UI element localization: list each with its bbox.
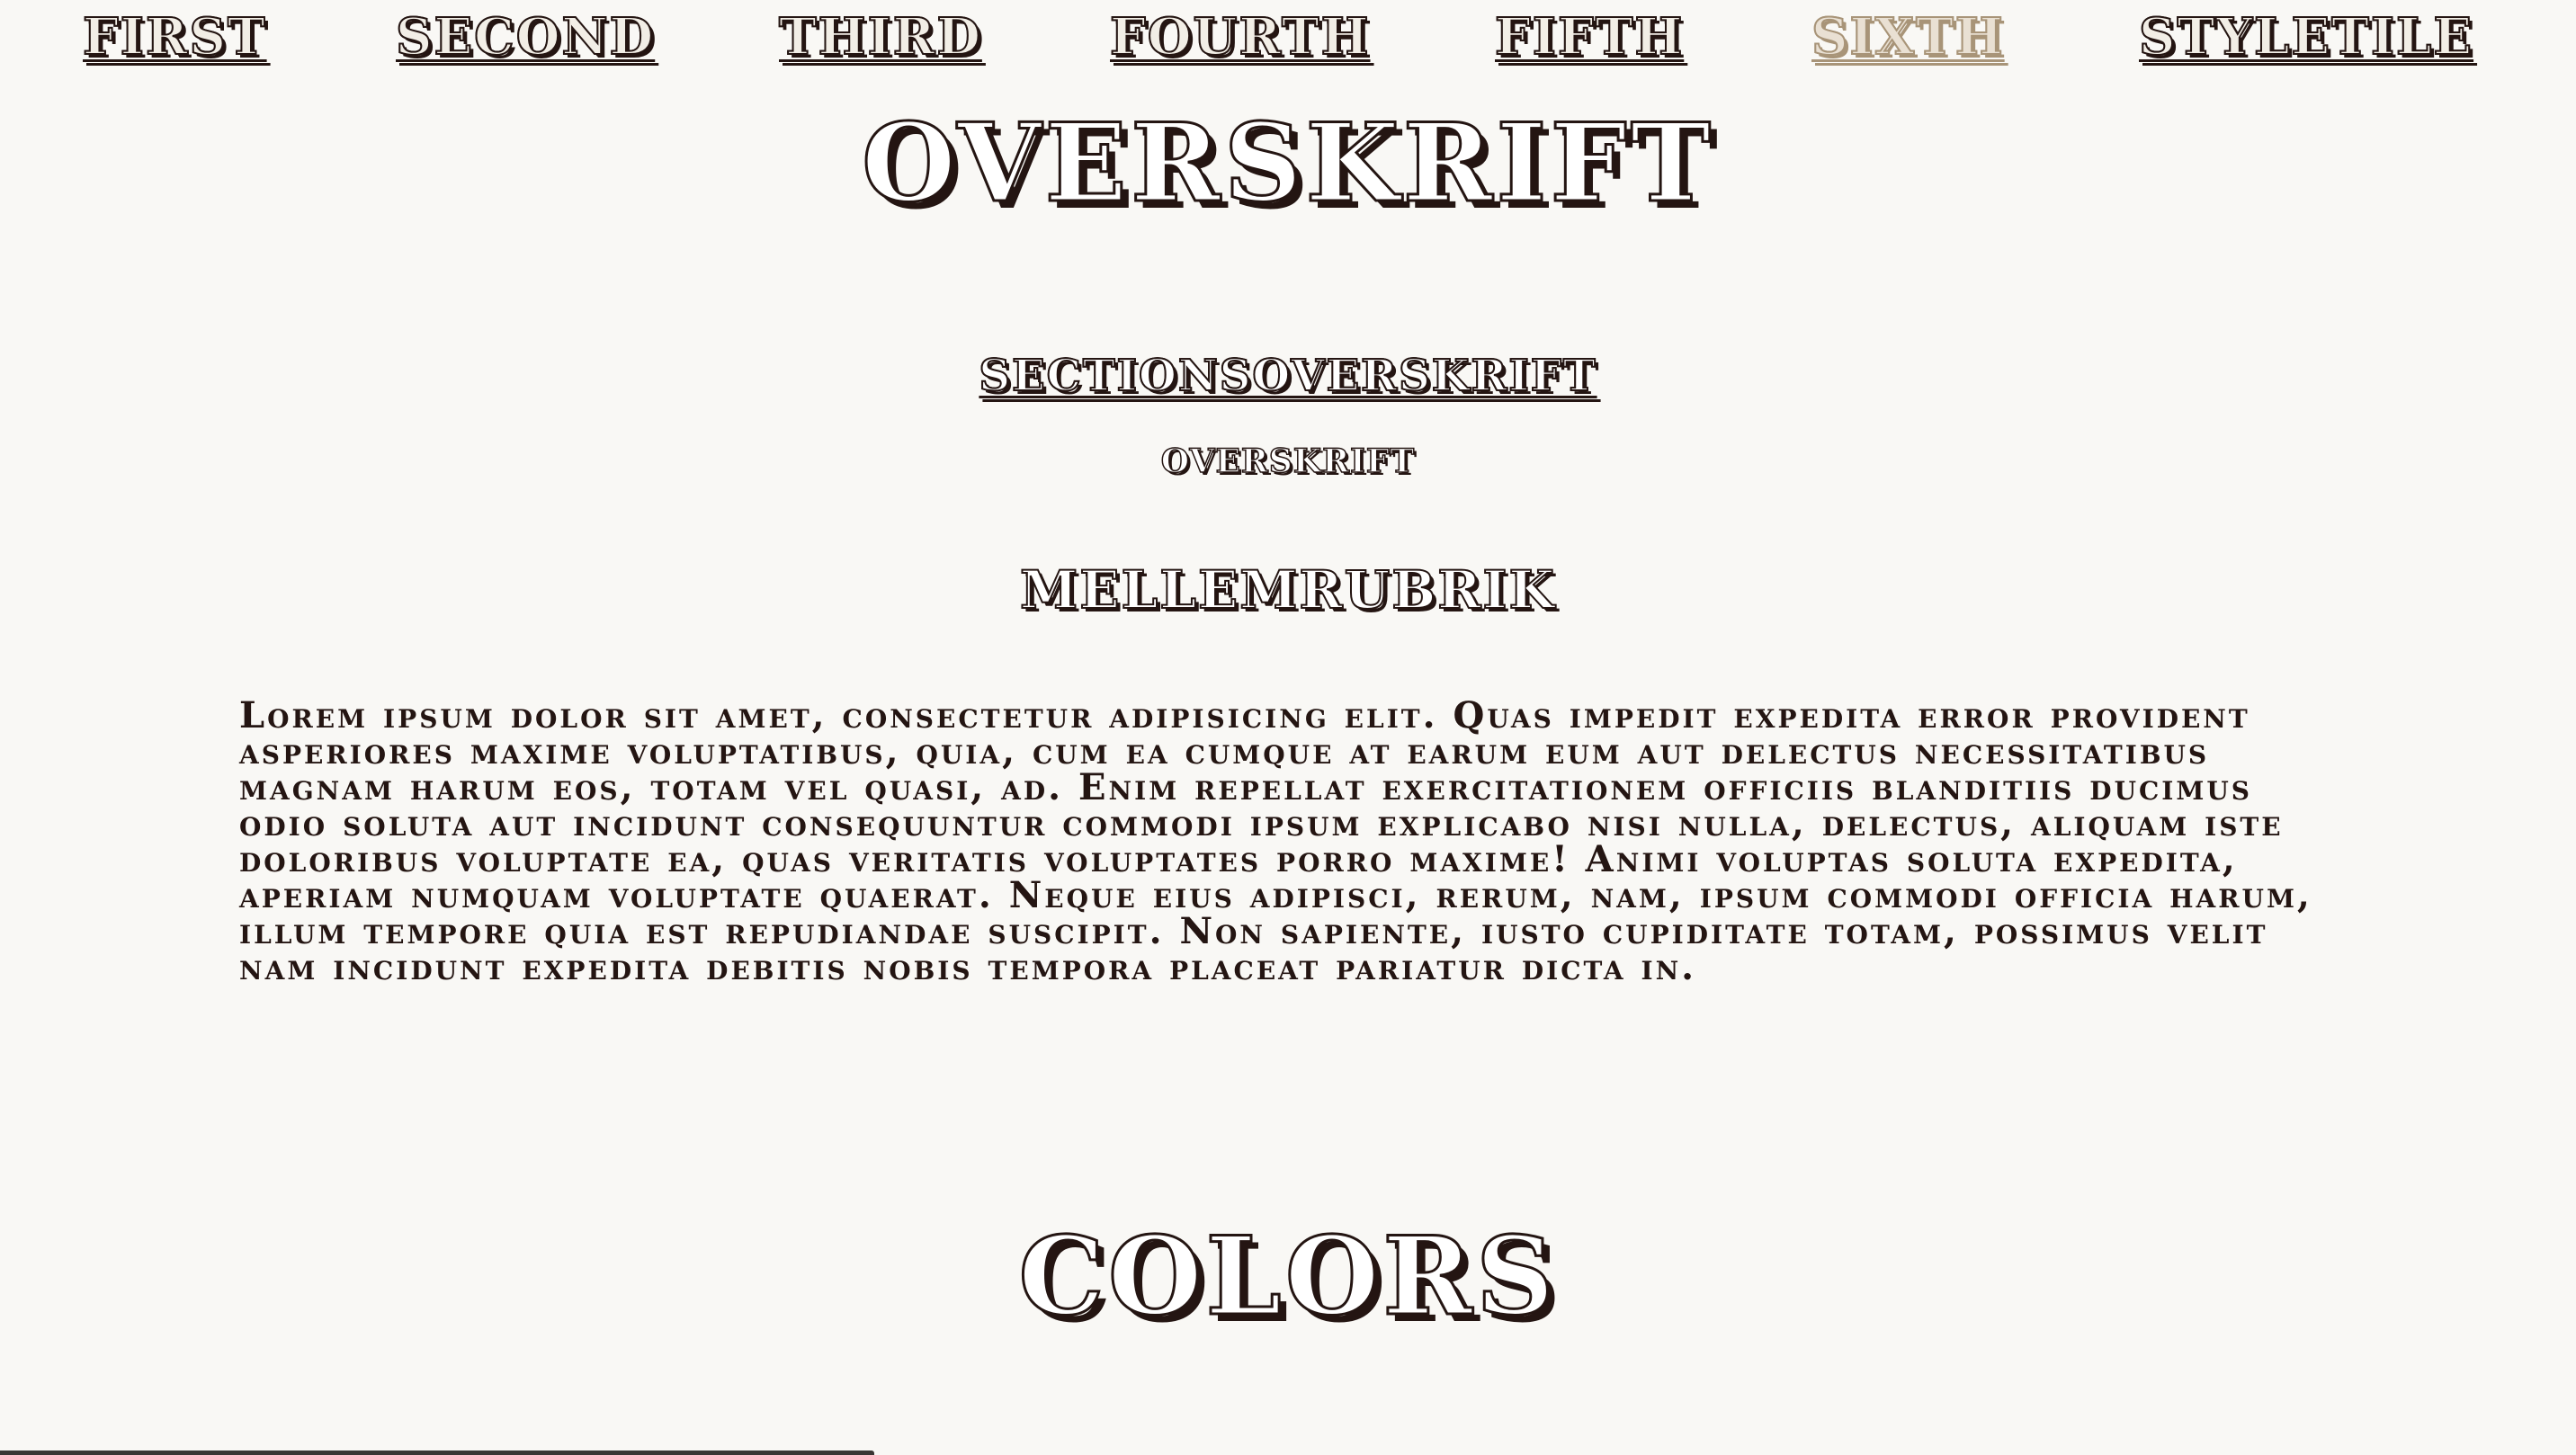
nav-item-sixth[interactable]: Sixth xyxy=(1811,5,2005,68)
colors-heading: Colors xyxy=(1017,1212,1558,1341)
nav-item-second[interactable]: Second xyxy=(395,5,655,68)
nav-item-styletile[interactable]: Styletile xyxy=(2138,5,2473,68)
body-paragraph: Lorem ipsum dolor sit amet, consectetur … xyxy=(239,694,2312,988)
horizontal-scrollbar[interactable] xyxy=(0,1451,874,1455)
page-title: Overskrift xyxy=(860,99,1715,228)
top-navigation: First Second Third Fourth Fifth Sixth St… xyxy=(0,0,2576,72)
nav-item-first[interactable]: First xyxy=(82,5,267,68)
nav-item-fourth[interactable]: Fourth xyxy=(1109,5,1371,68)
nav-item-fifth[interactable]: Fifth xyxy=(1494,5,1684,68)
nav-item-third[interactable]: Third xyxy=(778,5,982,68)
sub-title: Overskrift xyxy=(1160,442,1416,481)
section-title: Sectionsoverskrift xyxy=(978,350,1597,402)
mellemrubrik-heading: Mellemrubrik xyxy=(1019,558,1556,621)
